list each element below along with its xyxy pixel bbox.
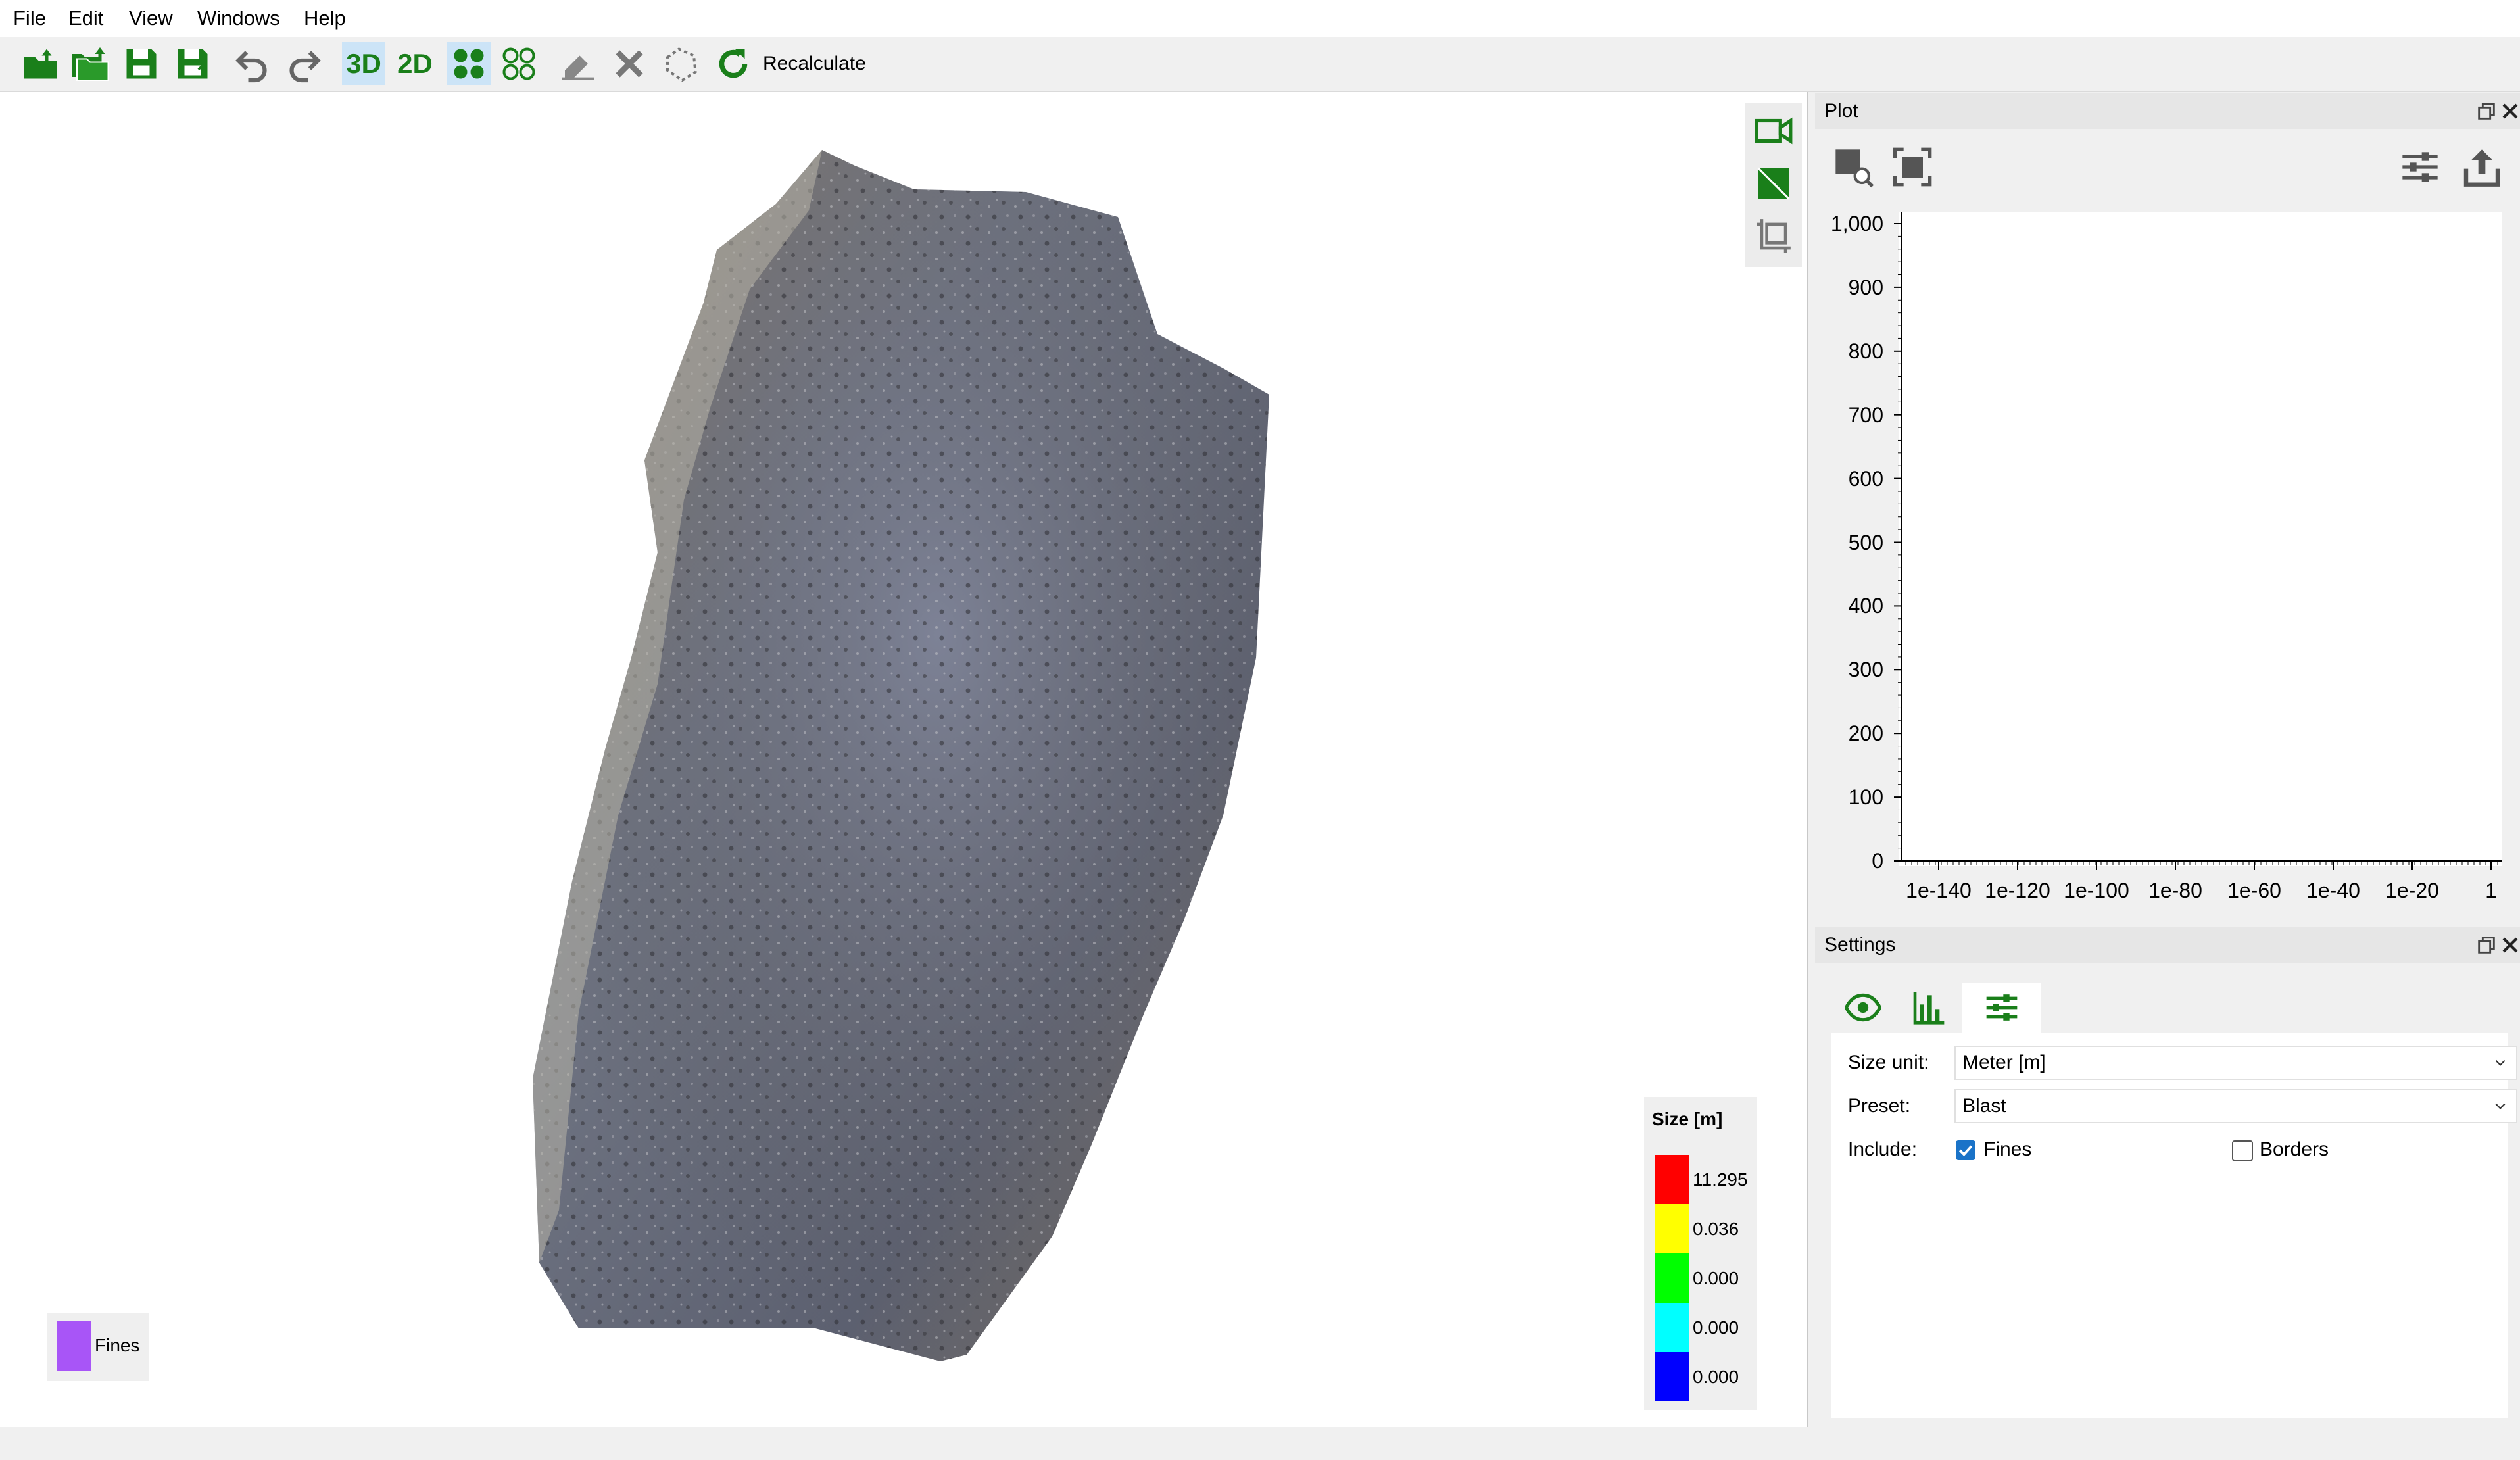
undo-icon[interactable] (231, 42, 275, 85)
legend-swatch-red (1655, 1155, 1689, 1204)
undock-icon[interactable] (2475, 934, 2498, 956)
particles-outline-icon[interactable] (497, 42, 541, 85)
3d-viewport[interactable]: M Size [m] 11.295 0.036 0.000 0.000 0.00… (0, 92, 1807, 1427)
tab-parameters[interactable] (1962, 983, 2041, 1033)
include-label: Include: (1848, 1138, 1918, 1160)
plot-panel-header: Plot (1815, 93, 2520, 129)
y-tick-label: 0 (1872, 849, 1883, 873)
legend-value-green: 0.000 (1693, 1268, 1739, 1288)
open-folder-icon[interactable] (18, 42, 62, 85)
plot-panel: 1,000 900 800 700 600 500 400 300 200 100 0 1e-140… (1815, 129, 2520, 929)
view-tools (1745, 103, 1802, 267)
camera-icon[interactable] (1751, 108, 1797, 154)
save-as-icon[interactable] (171, 42, 214, 85)
chevron-down-icon (2495, 1059, 2506, 1066)
menu-edit[interactable]: Edit (68, 0, 103, 37)
chevron-down-icon (2495, 1103, 2506, 1109)
undock-icon[interactable] (2475, 100, 2498, 122)
size-unit-label: Size unit: (1848, 1052, 1929, 1073)
toolbar: 3D 2D Recalculate (0, 37, 2520, 92)
y-tick-label: 1,000 (1830, 212, 1883, 235)
class-legend: Fines (47, 1313, 149, 1381)
settings-panel: Size unit: Meter [m] Preset: Blast Inclu… (1815, 963, 2520, 1427)
settings-panel-header: Settings (1815, 927, 2520, 963)
size-unit-value: Meter [m] (1962, 1052, 2046, 1073)
y-tick-label: 700 (1848, 402, 1883, 427)
y-tick-label: 900 (1848, 275, 1883, 299)
menu-help[interactable]: Help (304, 0, 346, 37)
fines-swatch (57, 1321, 91, 1371)
close-icon[interactable] (2499, 934, 2520, 956)
x-tick-label: 1e-20 (2385, 879, 2439, 902)
preset-label: Preset: (1848, 1095, 1911, 1117)
recalculate-button[interactable]: Recalculate (763, 37, 866, 91)
legend-swatch-yellow (1655, 1204, 1689, 1253)
y-tick-label: 300 (1848, 658, 1883, 682)
status-bar (0, 1427, 2520, 1460)
recalculate-icon[interactable] (712, 42, 755, 85)
legend-swatch-green (1655, 1253, 1689, 1303)
fines-checkbox[interactable] (1956, 1140, 1975, 1160)
menu-view[interactable]: View (129, 0, 173, 37)
delete-x-icon[interactable] (608, 42, 651, 85)
import-folder-icon[interactable] (68, 42, 112, 85)
legend-swatch-blue (1655, 1352, 1689, 1401)
x-tick-label: 1e-40 (2306, 879, 2360, 902)
panel-splitter[interactable] (1807, 92, 1814, 1427)
menu-file[interactable]: File (13, 0, 46, 37)
x-tick-label: 1e-100 (2064, 879, 2129, 902)
plot-panel-title: Plot (1824, 100, 1858, 122)
preset-select[interactable]: Blast (1954, 1089, 2517, 1123)
lasso-select-icon[interactable] (659, 42, 702, 85)
legend-value-yellow: 0.036 (1693, 1219, 1739, 1239)
muckpile-point-cloud: M (533, 150, 1269, 1361)
checkmark-icon (1958, 1145, 1973, 1156)
redo-icon[interactable] (281, 42, 325, 85)
x-tick-label: 1e-60 (2227, 879, 2281, 902)
save-icon[interactable] (120, 42, 163, 85)
borders-checkbox[interactable] (2232, 1140, 2253, 1161)
x-tick-label: 1e-120 (1985, 879, 2050, 902)
x-tick-label: 1 (2485, 879, 2497, 902)
y-tick-label: 800 (1848, 339, 1883, 363)
size-unit-select[interactable]: Meter [m] (1954, 1046, 2517, 1080)
borders-checkbox-label: Borders (2260, 1138, 2329, 1160)
particles-fill-icon[interactable] (447, 42, 491, 85)
menu-windows[interactable]: Windows (197, 0, 280, 37)
settings-panel-title: Settings (1824, 934, 1896, 956)
crop-icon[interactable] (1751, 213, 1797, 259)
menu-bar: File Edit View Windows Help (0, 0, 2520, 37)
legend-value-red: 11.295 (1693, 1169, 1748, 1190)
3d-mode-button[interactable]: 3D (342, 42, 385, 85)
y-tick-label: 100 (1848, 785, 1883, 810)
distribution-chart (1894, 212, 2502, 870)
close-icon[interactable] (2499, 100, 2520, 122)
settings-form: Size unit: Meter [m] Preset: Blast Inclu… (1831, 1033, 2517, 1418)
legend-value-cyan: 0.000 (1693, 1317, 1739, 1338)
tab-histogram[interactable] (1897, 985, 1961, 1030)
fines-checkbox-label: Fines (1983, 1138, 2032, 1160)
size-legend: Size [m] 11.295 0.036 0.000 0.000 0.000 (1644, 1097, 1757, 1410)
x-tick-label: 1e-80 (2148, 879, 2202, 902)
2d-mode-button[interactable]: 2D (393, 42, 437, 85)
shading-icon[interactable] (1751, 160, 1797, 207)
fines-legend-label: Fines (95, 1335, 140, 1355)
y-tick-label: 600 (1848, 466, 1883, 491)
y-tick-label: 200 (1848, 721, 1883, 746)
legend-value-blue: 0.000 (1693, 1367, 1739, 1387)
legend-swatch-cyan (1655, 1303, 1689, 1352)
y-tick-label: 500 (1848, 530, 1883, 554)
edit-eraser-icon[interactable] (556, 42, 600, 85)
tab-view[interactable] (1831, 985, 1895, 1030)
size-legend-title: Size [m] (1652, 1109, 1723, 1129)
preset-value: Blast (1962, 1095, 2006, 1117)
x-tick-label: 1e-140 (1906, 879, 1972, 902)
y-tick-label: 400 (1848, 594, 1883, 618)
